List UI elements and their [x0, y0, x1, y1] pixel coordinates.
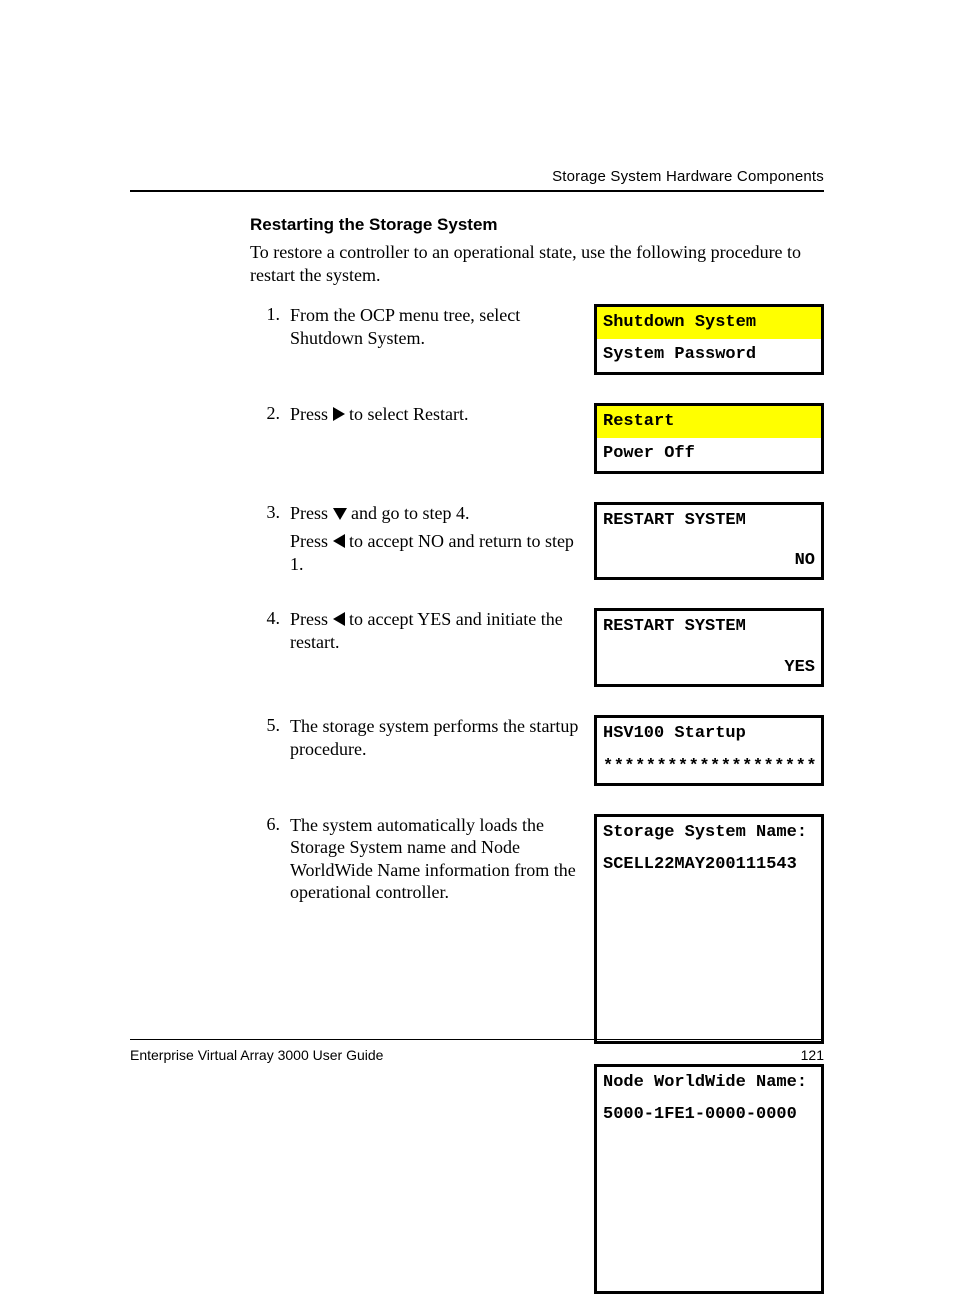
step-description: The system automatically loads the Stora… [290, 814, 594, 904]
left-arrow-icon [333, 534, 345, 548]
footer: Enterprise Virtual Array 3000 User Guide… [130, 1047, 824, 1063]
ocp-line: System Password [597, 339, 821, 371]
footer-rule [130, 1039, 824, 1040]
ocp-display: Restart Power Off [594, 403, 824, 474]
ocp-line: RESTART SYSTEM [597, 505, 821, 537]
step-description: The storage system performs the startup … [290, 715, 594, 760]
step-1: 1. From the OCP menu tree, select Shutdo… [250, 304, 824, 375]
step-text-post: to select Restart. [345, 404, 469, 424]
step-4: 4. Press to accept YES and initiate the … [250, 608, 824, 687]
content-area: Restarting the Storage System To restore… [250, 215, 824, 1294]
step-text-pre: Press [290, 609, 333, 629]
step-text-pre: Press [290, 503, 333, 523]
step-5: 5. The storage system performs the start… [250, 715, 824, 786]
ocp-line-highlight: Restart [597, 406, 821, 438]
step-text: The storage system performs the startup … [290, 716, 578, 759]
ocp-display: Storage System Name: SCELL22MAY200111543 [594, 814, 824, 1044]
step-number: 4. [250, 608, 290, 629]
ocp-line: Node WorldWide Name: [597, 1067, 821, 1099]
ocp-line-right: NO [597, 537, 821, 577]
header-rule [130, 190, 824, 192]
right-arrow-icon [333, 407, 345, 421]
section-title: Restarting the Storage System [250, 215, 824, 235]
ocp-display: Node WorldWide Name: 5000-1FE1-0000-0000 [594, 1064, 824, 1294]
step-number: 6. [250, 814, 290, 835]
down-arrow-icon [333, 508, 347, 520]
step-description: Press to select Restart. [290, 403, 594, 426]
section-intro: To restore a controller to an operationa… [250, 241, 824, 286]
ocp-line: 5000-1FE1-0000-0000 [597, 1099, 821, 1131]
ocp-line: Storage System Name: [597, 817, 821, 849]
step-2: 2. Press to select Restart. Restart Powe… [250, 403, 824, 474]
ocp-line: SCELL22MAY200111543 [597, 849, 821, 881]
step-number: 2. [250, 403, 290, 424]
ocp-display: Shutdown System System Password [594, 304, 824, 375]
step-text-post: and go to step 4. [347, 503, 470, 523]
ocp-display: HSV100 Startup ******************** [594, 715, 824, 786]
step-text-pre: Press [290, 531, 333, 551]
ocp-line: HSV100 Startup [597, 718, 821, 750]
ocp-display: RESTART SYSTEM YES [594, 608, 824, 687]
header-chapter: Storage System Hardware Components [552, 168, 824, 185]
step-description: From the OCP menu tree, select Shutdown … [290, 304, 594, 349]
ocp-line: RESTART SYSTEM [597, 611, 821, 643]
step-description: Press to accept YES and initiate the res… [290, 608, 594, 653]
footer-doc-title: Enterprise Virtual Array 3000 User Guide [130, 1047, 383, 1063]
footer-page-number: 121 [801, 1047, 824, 1063]
steps-list: 1. From the OCP menu tree, select Shutdo… [250, 304, 824, 1294]
step-3: 3. Press and go to step 4. Press to acce… [250, 502, 824, 581]
ocp-line: Power Off [597, 438, 821, 470]
ocp-line-right: YES [597, 644, 821, 684]
ocp-line-highlight: Shutdown System [597, 307, 821, 339]
step-description: Press and go to step 4. Press to accept … [290, 502, 594, 576]
step-text-pre: Press [290, 404, 333, 424]
ocp-display: RESTART SYSTEM NO [594, 502, 824, 581]
ocp-line: ******************** [597, 751, 821, 783]
step-number: 1. [250, 304, 290, 325]
step-text: From the OCP menu tree, select Shutdown … [290, 305, 520, 348]
step-number: 3. [250, 502, 290, 523]
step-number: 5. [250, 715, 290, 736]
step-text: The system automatically loads the Stora… [290, 815, 576, 903]
left-arrow-icon [333, 612, 345, 626]
